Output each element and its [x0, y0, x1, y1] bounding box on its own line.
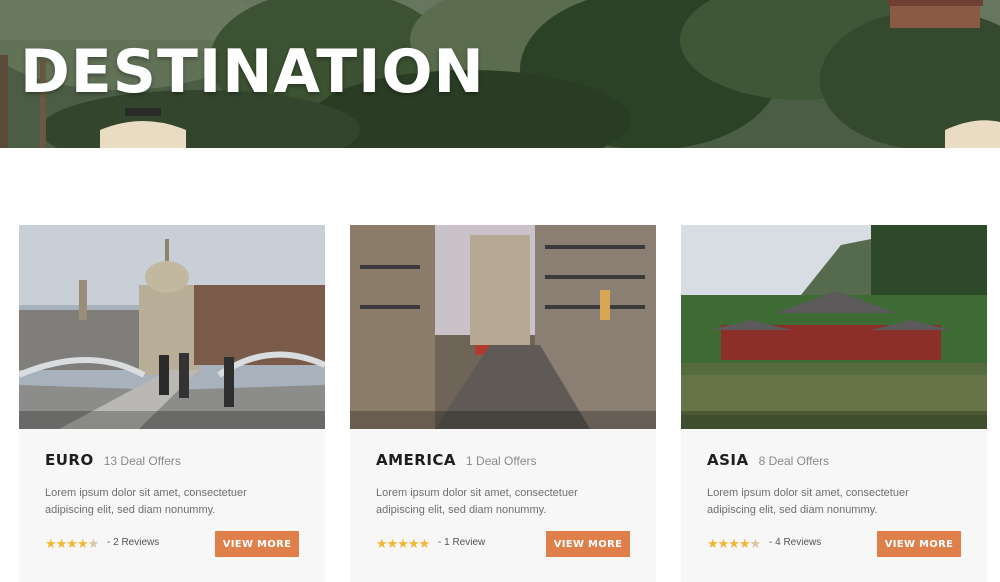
temple-lake-image	[681, 225, 987, 429]
review-count: - 1 Review	[438, 537, 486, 548]
half-star-icon: ★	[749, 536, 762, 551]
card-description: Lorem ipsum dolor sit amet, consectetuer…	[376, 487, 578, 516]
deal-offers-count: 1 Deal Offers	[466, 454, 537, 468]
destination-cards: EURO 13 Deal Offers Lorem ipsum dolor si…	[0, 225, 1000, 582]
card-description: Lorem ipsum dolor sit amet, consectetuer…	[45, 487, 247, 516]
card-title[interactable]: ASIA	[707, 451, 749, 469]
hero-banner: DESTINATION	[0, 0, 1000, 148]
view-more-button[interactable]: VIEW MORE	[546, 531, 630, 557]
destination-card-asia: ASIA 8 Deal Offers Lorem ipsum dolor sit…	[681, 225, 987, 582]
view-more-button[interactable]: VIEW MORE	[215, 531, 299, 557]
half-star-icon: ★	[87, 536, 100, 551]
page-title: DESTINATION	[20, 37, 485, 107]
london-bridge-image	[19, 225, 325, 429]
card-footer: ★★★★★ - 4 Reviews VIEW MORE	[707, 531, 961, 557]
card-image[interactable]	[681, 225, 987, 429]
card-description: Lorem ipsum dolor sit amet, consectetuer…	[707, 487, 909, 516]
review-count: - 2 Reviews	[107, 537, 160, 548]
card-image[interactable]	[19, 225, 325, 429]
card-body: EURO 13 Deal Offers Lorem ipsum dolor si…	[45, 451, 305, 519]
star-rating: ★★★★★	[707, 536, 762, 551]
card-body: AMERICA 1 Deal Offers Lorem ipsum dolor …	[376, 451, 636, 519]
view-more-button[interactable]: VIEW MORE	[877, 531, 961, 557]
destination-card-euro: EURO 13 Deal Offers Lorem ipsum dolor si…	[19, 225, 325, 582]
card-footer: ★★★★★ - 2 Reviews VIEW MORE	[45, 531, 299, 557]
paris-street-image	[350, 225, 656, 429]
deal-offers-count: 8 Deal Offers	[758, 454, 830, 468]
star-rating: ★★★★★	[45, 536, 100, 551]
destination-card-america: AMERICA 1 Deal Offers Lorem ipsum dolor …	[350, 225, 656, 582]
card-title[interactable]: EURO	[45, 451, 94, 469]
deal-offers-count: 13 Deal Offers	[103, 454, 181, 468]
star-rating: ★★★★★	[376, 536, 430, 551]
review-count: - 4 Reviews	[769, 537, 822, 548]
card-title[interactable]: AMERICA	[376, 451, 456, 469]
card-footer: ★★★★★ - 1 Review VIEW MORE	[376, 531, 630, 557]
card-body: ASIA 8 Deal Offers Lorem ipsum dolor sit…	[707, 451, 967, 519]
card-image[interactable]	[350, 225, 656, 429]
